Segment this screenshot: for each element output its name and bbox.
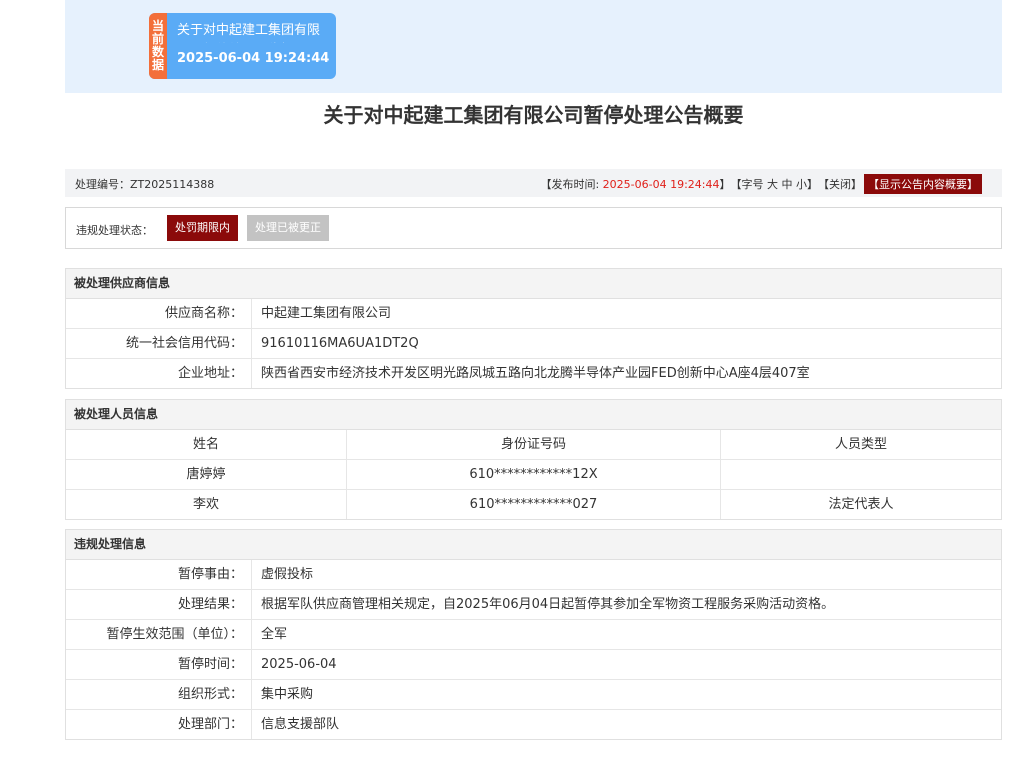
column-header: 姓名 xyxy=(66,430,347,459)
table-row: 暂停时间： 2025-06-04 xyxy=(66,650,1001,680)
font-size-label: 【字号 xyxy=(730,178,767,191)
font-large-link[interactable]: 大 xyxy=(767,176,778,192)
page-title: 关于对中起建工集团有限公司暂停处理公告概要 xyxy=(323,103,744,127)
table-row: 统一社会信用代码： 91610116MA6UA1DT2Q xyxy=(66,329,1001,359)
row-key: 供应商名称： xyxy=(66,299,252,328)
card-title: 关于对中起建工集团有限公司暂停处理公告概要 xyxy=(177,23,321,38)
font-medium-link[interactable]: 中 xyxy=(782,176,793,192)
row-value: 91610116MA6UA1DT2Q xyxy=(261,336,419,351)
row-value: 虚假投标 xyxy=(261,567,314,582)
table-row: 李欢 610************027 法定代表人 xyxy=(66,490,1001,519)
current-data-tag: 当 前 数 据 xyxy=(149,13,167,79)
row-value: 信息支援部队 xyxy=(261,717,340,732)
row-key: 统一社会信用代码： xyxy=(66,329,252,358)
row-value: 根据军队供应商管理相关规定，自2025年06月04日起暂停其参加全军物资工程服务… xyxy=(261,597,835,612)
current-data-card[interactable]: 当 前 数 据 关于对中起建工集团有限公司暂停处理公告概要 2025-06-04… xyxy=(149,13,336,79)
row-value: 集中采购 xyxy=(261,687,314,702)
supplier-heading: 被处理供应商信息 xyxy=(66,269,1001,299)
violation-heading: 违规处理信息 xyxy=(66,530,1001,560)
table-header-row: 姓名 身份证号码 人员类型 xyxy=(66,430,1001,460)
status-active-badge: 处罚期限内 xyxy=(167,215,238,241)
person-name: 李欢 xyxy=(66,490,347,519)
person-type: 法定代表人 xyxy=(828,497,894,512)
row-value: 中起建工集团有限公司 xyxy=(261,306,392,321)
row-key: 处理结果： xyxy=(66,590,252,619)
table-row: 企业地址： 陕西省西安市经济技术开发区明光路凤城五路向北龙腾半导体产业园FED创… xyxy=(66,359,1001,388)
persons-heading: 被处理人员信息 xyxy=(66,400,1001,430)
persons-section: 被处理人员信息 姓名 身份证号码 人员类型 唐婷婷 610***********… xyxy=(65,399,1002,520)
table-row: 处理结果： 根据军队供应商管理相关规定，自2025年06月04日起暂停其参加全军… xyxy=(66,590,1001,620)
tag-char: 据 xyxy=(151,58,164,72)
publish-label: 【发布时间: xyxy=(540,178,603,191)
violation-status: 违规处理状态： 处罚期限内 处理已被更正 xyxy=(65,207,1002,249)
publish-close: 】 xyxy=(719,178,731,191)
process-number-value: ZT2025114388 xyxy=(130,178,215,191)
meta-tools: 【发布时间: 2025-06-04 19:24:44】 【字号 大 中 小】 【… xyxy=(540,174,982,194)
person-type xyxy=(721,460,1001,489)
table-row: 暂停生效范围（单位）： 全军 xyxy=(66,620,1001,650)
row-key: 组织形式： xyxy=(66,680,252,709)
table-row: 暂停事由： 虚假投标 xyxy=(66,560,1001,590)
table-row: 唐婷婷 610************12X xyxy=(66,460,1001,490)
font-small-link[interactable]: 小 xyxy=(796,176,807,192)
column-header: 身份证号码 xyxy=(347,430,721,459)
row-value: 2025-06-04 xyxy=(261,657,337,672)
process-number-label: 处理编号： xyxy=(75,178,130,191)
process-number: 处理编号：ZT2025114388 xyxy=(75,176,214,192)
publish-time: 2025-06-04 19:24:44 xyxy=(602,177,720,191)
row-key: 处理部门： xyxy=(66,710,252,739)
table-row: 处理部门： 信息支援部队 xyxy=(66,710,1001,739)
current-data-band: 当 前 数 据 关于对中起建工集团有限公司暂停处理公告概要 2025-06-04… xyxy=(65,0,1002,93)
meta-bar: 处理编号：ZT2025114388 【发布时间: 2025-06-04 19:2… xyxy=(65,169,1002,197)
supplier-section: 被处理供应商信息 供应商名称： 中起建工集团有限公司 统一社会信用代码： 916… xyxy=(65,268,1002,389)
status-inactive-badge: 处理已被更正 xyxy=(247,215,329,241)
table-row: 供应商名称： 中起建工集团有限公司 xyxy=(66,299,1001,329)
row-value: 全军 xyxy=(261,627,288,642)
person-id: 610************12X xyxy=(347,460,721,489)
row-value: 陕西省西安市经济技术开发区明光路凤城五路向北龙腾半导体产业园FED创新中心A座4… xyxy=(261,366,810,381)
row-key: 暂停生效范围（单位）： xyxy=(66,620,252,649)
column-header: 人员类型 xyxy=(834,437,887,452)
show-summary-button[interactable]: 【显示公告内容概要】 xyxy=(864,174,982,194)
row-key: 暂停事由： xyxy=(66,560,252,589)
status-label: 违规处理状态： xyxy=(76,224,153,237)
violation-section: 违规处理信息 暂停事由： 虚假投标 处理结果： 根据军队供应商管理相关规定，自2… xyxy=(65,529,1002,740)
person-name: 唐婷婷 xyxy=(66,460,347,489)
row-key: 企业地址： xyxy=(66,359,252,388)
close-link[interactable]: 【关闭】 xyxy=(818,176,862,192)
row-key: 暂停时间： xyxy=(66,650,252,679)
card-time: 2025-06-04 19:24:44 xyxy=(177,51,330,66)
font-size-close: 】 xyxy=(807,178,818,191)
table-row: 组织形式： 集中采购 xyxy=(66,680,1001,710)
person-id: 610************027 xyxy=(347,490,721,519)
